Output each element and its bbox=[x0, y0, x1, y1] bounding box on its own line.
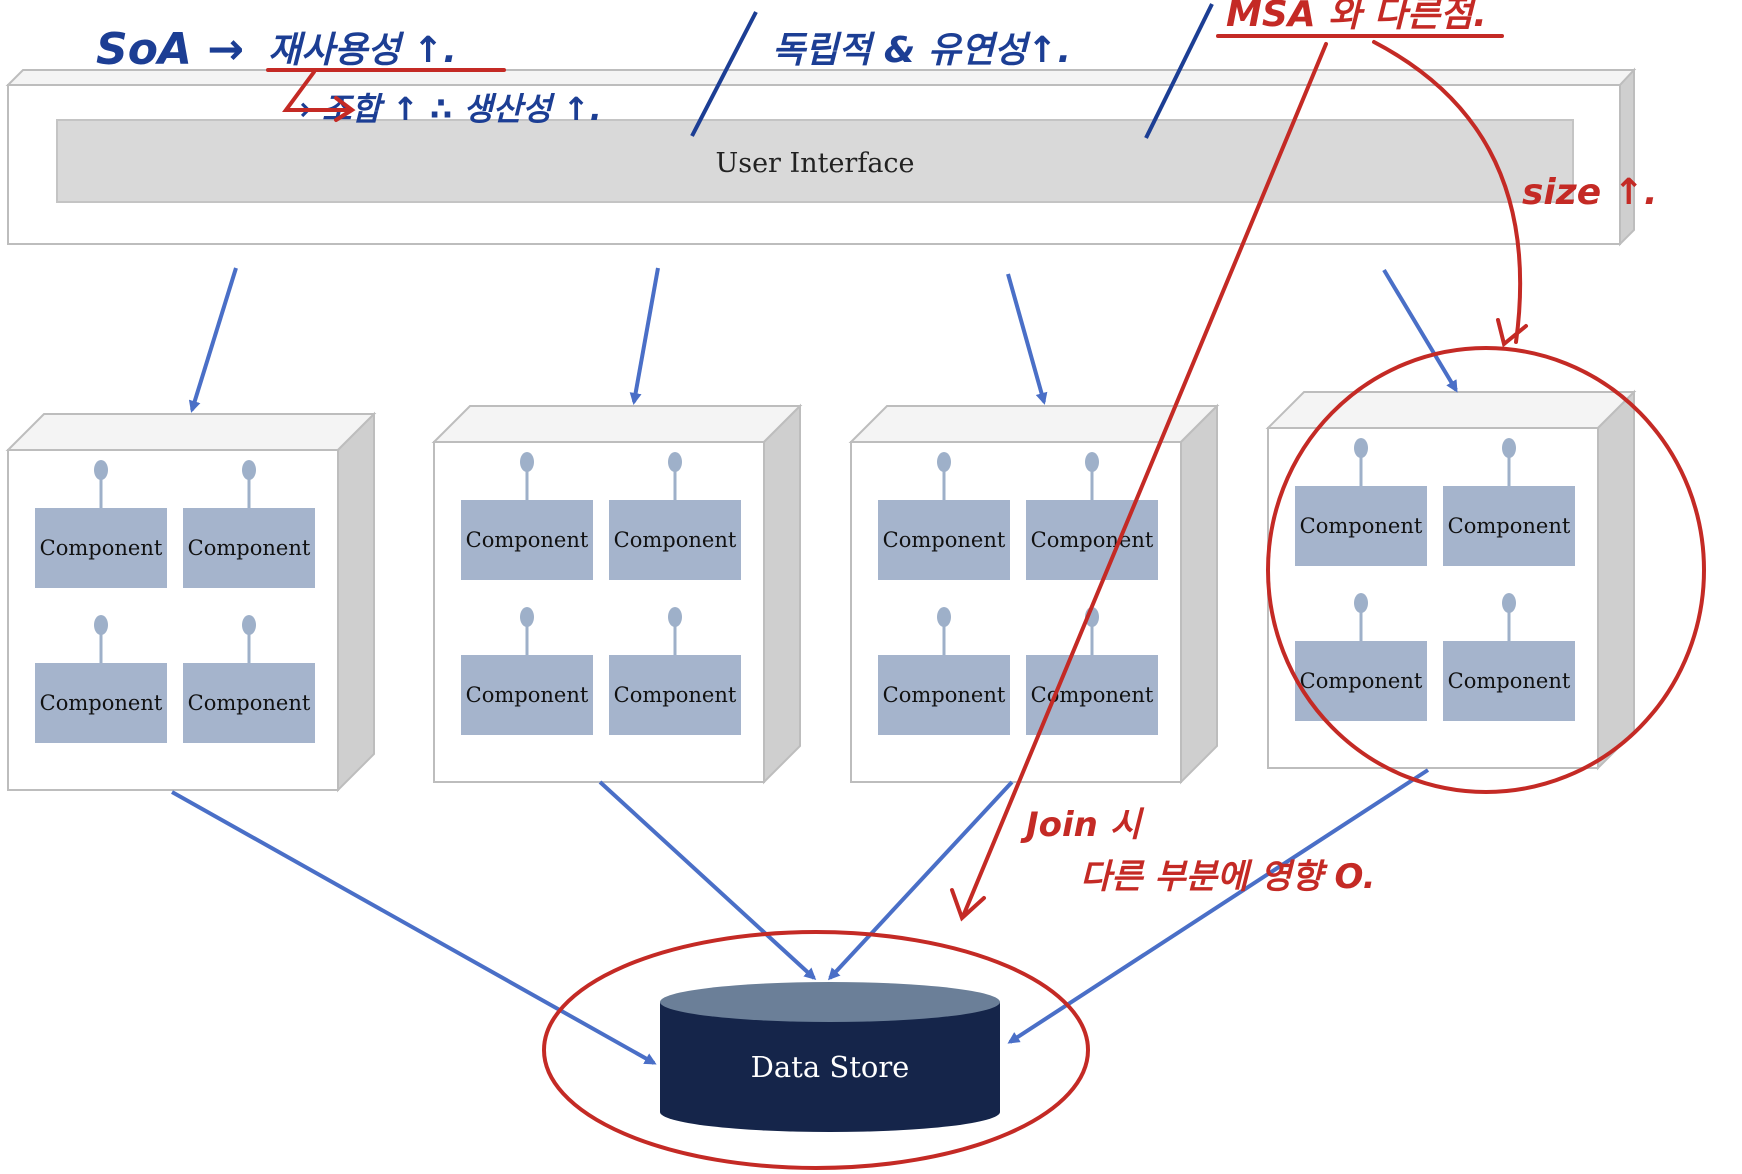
component-port bbox=[668, 452, 682, 472]
service-boxes: Component ComponentComponent ComponentComp… bbox=[5, 389, 1637, 793]
arrow-ui-to-service-3 bbox=[1006, 273, 1048, 405]
user-interface-layer: User Interface bbox=[5, 67, 1637, 247]
component-port bbox=[937, 607, 951, 627]
service-box-3: Component Component Component Component bbox=[848, 403, 1220, 785]
component-label: Component bbox=[1448, 514, 1571, 538]
component-port bbox=[242, 460, 256, 480]
service-box-top bbox=[431, 405, 803, 443]
component-label: Component bbox=[614, 528, 737, 552]
note-other-parts: 다른 부분에 영향 O. bbox=[1080, 857, 1376, 897]
component-label: Component bbox=[40, 536, 163, 560]
service-box-side bbox=[1180, 403, 1218, 785]
note-soa: SoA → bbox=[96, 24, 244, 75]
data-store-label: Data Store bbox=[751, 1050, 910, 1084]
component-label: Component bbox=[188, 536, 311, 560]
component-label: Component bbox=[188, 691, 311, 715]
service-box-top bbox=[5, 413, 377, 451]
component-port bbox=[94, 460, 108, 480]
service-box-side bbox=[1597, 389, 1635, 771]
ui-label: User Interface bbox=[715, 148, 914, 179]
data-store: Data Store bbox=[660, 982, 1000, 1132]
service-box-side bbox=[337, 411, 375, 793]
component-port bbox=[1085, 452, 1099, 472]
note-independence: 독립적 & 유연성↑. bbox=[772, 30, 1071, 71]
component-label: Component bbox=[40, 691, 163, 715]
note-msa-difference: MSA 와 다른점. bbox=[1226, 0, 1487, 35]
component-port bbox=[937, 452, 951, 472]
component-label: Component bbox=[1448, 669, 1571, 693]
component-port bbox=[94, 615, 108, 635]
component-label: Component bbox=[466, 683, 589, 707]
note-join: Join 시 bbox=[1020, 805, 1145, 845]
component-port bbox=[520, 452, 534, 472]
component-port bbox=[1354, 593, 1368, 613]
component-label: Component bbox=[1031, 528, 1154, 552]
component-label: Component bbox=[1300, 514, 1423, 538]
component-label: Component bbox=[614, 683, 737, 707]
arrow-ui-to-service-1 bbox=[188, 267, 238, 413]
ui-box-side bbox=[1619, 67, 1635, 247]
service-box-2: Component Component Component Component bbox=[431, 403, 803, 785]
component-label: Component bbox=[1300, 669, 1423, 693]
ui-to-service-arrows bbox=[188, 267, 1458, 413]
arrow-service-3-to-datastore bbox=[827, 780, 1014, 981]
service-box-4: Component Component Component Component bbox=[1265, 389, 1637, 771]
arrow-service-1-to-datastore bbox=[171, 790, 657, 1065]
arrow-ui-to-service-4 bbox=[1382, 268, 1458, 393]
component-port bbox=[668, 607, 682, 627]
note-reusability: 재사용성 ↑. bbox=[268, 30, 457, 71]
component-label: Component bbox=[1031, 683, 1154, 707]
note-size: size ↑. bbox=[1522, 172, 1658, 213]
data-store-top bbox=[660, 982, 1000, 1022]
component-port bbox=[1354, 438, 1368, 458]
component-port bbox=[1502, 593, 1516, 613]
service-box-1: Component Component Component Component bbox=[5, 411, 377, 793]
component-label: Component bbox=[466, 528, 589, 552]
component-port bbox=[242, 615, 256, 635]
service-box-side bbox=[763, 403, 801, 785]
architecture-diagram: User Interface Component ComponentCompone… bbox=[5, 0, 1706, 1170]
arrow-ui-to-service-2 bbox=[629, 267, 660, 405]
ui-box-top bbox=[5, 69, 1637, 86]
component-port bbox=[520, 607, 534, 627]
arrow-service-2-to-datastore bbox=[598, 780, 817, 981]
component-port bbox=[1502, 438, 1516, 458]
component-label: Component bbox=[883, 528, 1006, 552]
component-label: Component bbox=[883, 683, 1006, 707]
